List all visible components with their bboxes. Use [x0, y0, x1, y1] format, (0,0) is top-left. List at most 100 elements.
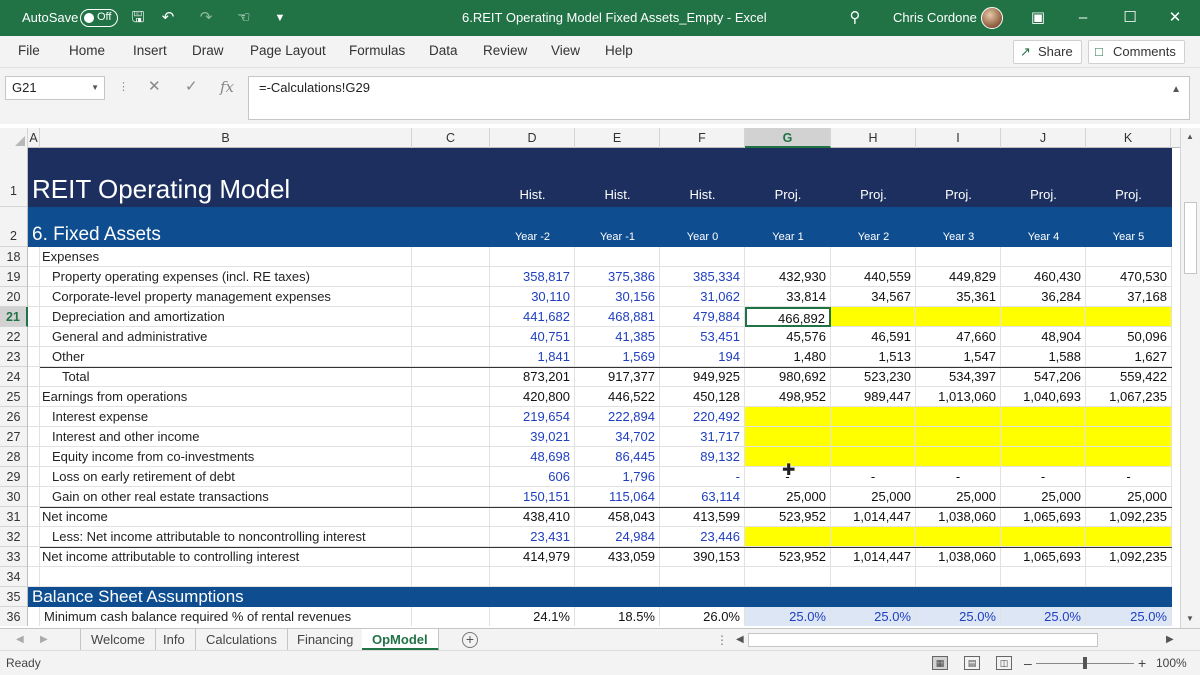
hist-value-cell[interactable]: 24,984 — [575, 527, 660, 547]
row-label[interactable]: Gain on other real estate transactions — [40, 487, 412, 507]
cell[interactable] — [28, 487, 40, 507]
row-number[interactable]: 27 — [0, 427, 28, 447]
select-all-button[interactable] — [0, 128, 28, 148]
scroll-up-icon[interactable]: ▲ — [1186, 132, 1194, 141]
hist-value-cell[interactable]: 18.5% — [575, 607, 660, 626]
proj-value-cell[interactable] — [831, 527, 916, 547]
row-label[interactable]: Less: Net income attributable to noncont… — [40, 527, 412, 547]
proj-value-cell[interactable]: - — [916, 467, 1001, 487]
row-number[interactable]: 33 — [0, 547, 28, 567]
proj-value-cell[interactable]: 1,513 — [831, 347, 916, 367]
model-title[interactable]: REIT Operating Model — [28, 148, 412, 207]
hist-value-cell[interactable]: 414,979 — [490, 547, 575, 567]
row-label[interactable]: Minimum cash balance required % of renta… — [40, 607, 412, 626]
normal-view-icon[interactable]: ▦ — [932, 656, 948, 670]
cell[interactable] — [412, 467, 490, 487]
sheet-tab-welcome[interactable]: Welcome — [80, 629, 156, 651]
row-number[interactable]: 2 — [0, 207, 28, 247]
proj-value-cell[interactable]: 523,952 — [745, 547, 831, 567]
proj-assumption-cell[interactable]: 25.0% — [916, 607, 1001, 626]
proj-value-cell[interactable] — [1001, 567, 1086, 587]
row-label[interactable]: Equity income from co-investments — [40, 447, 412, 467]
column-header-b[interactable]: B — [40, 128, 412, 148]
cell[interactable] — [412, 347, 490, 367]
scroll-down-icon[interactable]: ▼ — [1186, 614, 1194, 623]
proj-value-cell[interactable] — [1001, 407, 1086, 427]
proj-value-cell[interactable]: 523,952 — [745, 507, 831, 527]
proj-value-cell[interactable]: 1,013,060 — [916, 387, 1001, 407]
column-header-g[interactable]: G — [745, 128, 831, 148]
proj-value-cell[interactable]: 46,591 — [831, 327, 916, 347]
proj-value-cell[interactable] — [1001, 447, 1086, 467]
cell[interactable] — [412, 287, 490, 307]
hist-value-cell[interactable]: 31,062 — [660, 287, 745, 307]
hist-value-cell[interactable]: 917,377 — [575, 367, 660, 387]
cell[interactable] — [28, 547, 40, 567]
proj-value-cell[interactable] — [1001, 427, 1086, 447]
autosave-toggle[interactable]: Off — [80, 9, 118, 27]
row-number[interactable]: 28 — [0, 447, 28, 467]
hist-value-cell[interactable]: 358,817 — [490, 267, 575, 287]
cancel-entry-icon[interactable]: ✕ — [148, 77, 161, 97]
year-cell[interactable]: Year 3 — [916, 207, 1001, 247]
year-cell[interactable]: Year -2 — [490, 207, 575, 247]
period-type-cell[interactable]: Hist. — [490, 148, 575, 207]
collapse-formula-bar-icon[interactable]: ▲ — [1171, 79, 1181, 101]
minimize-icon[interactable]: – — [1073, 8, 1093, 28]
hist-value-cell[interactable]: 30,156 — [575, 287, 660, 307]
row-label[interactable]: Net income attributable to controlling i… — [40, 547, 412, 567]
proj-value-cell[interactable]: 1,627 — [1086, 347, 1172, 367]
proj-value-cell[interactable]: 1,040,693 — [1001, 387, 1086, 407]
row-number[interactable]: 26 — [0, 407, 28, 427]
next-sheet-icon[interactable]: ▶ — [40, 629, 48, 651]
proj-value-cell[interactable] — [1086, 427, 1172, 447]
sheet-tab-financing[interactable]: Financing — [287, 629, 365, 651]
sheet-tab-calculations[interactable]: Calculations — [196, 629, 288, 651]
proj-value-cell[interactable] — [1001, 247, 1086, 267]
year-cell[interactable]: Year -1 — [575, 207, 660, 247]
proj-value-cell[interactable]: 498,952 — [745, 387, 831, 407]
zoom-in-icon[interactable]: + — [1138, 651, 1146, 675]
tab-home[interactable]: Home — [69, 36, 105, 68]
row-number[interactable]: 31 — [0, 507, 28, 527]
column-header-c[interactable]: C — [412, 128, 490, 148]
row-label[interactable]: Expenses — [40, 247, 412, 267]
row-number[interactable]: 22 — [0, 327, 28, 347]
proj-value-cell[interactable]: 449,829 — [916, 267, 1001, 287]
tab-help[interactable]: Help — [605, 36, 633, 68]
proj-value-cell[interactable]: 37,168 — [1086, 287, 1172, 307]
proj-value-cell[interactable]: 35,361 — [916, 287, 1001, 307]
hist-value-cell[interactable]: 433,059 — [575, 547, 660, 567]
proj-value-cell[interactable]: 1,092,235 — [1086, 507, 1172, 527]
hist-value-cell[interactable]: 375,386 — [575, 267, 660, 287]
tab-view[interactable]: View — [551, 36, 580, 68]
proj-value-cell[interactable]: 1,547 — [916, 347, 1001, 367]
tab-splitter-icon[interactable]: ⋮ — [716, 629, 728, 651]
hist-value-cell[interactable]: 219,654 — [490, 407, 575, 427]
proj-value-cell[interactable]: 1,067,235 — [1086, 387, 1172, 407]
hist-value-cell[interactable]: 450,128 — [660, 387, 745, 407]
proj-value-cell[interactable] — [916, 427, 1001, 447]
proj-value-cell[interactable] — [916, 307, 1001, 327]
proj-value-cell[interactable] — [831, 447, 916, 467]
horizontal-scroll-thumb[interactable] — [748, 633, 1098, 647]
proj-value-cell[interactable]: 1,014,447 — [831, 547, 916, 567]
hist-value-cell[interactable]: 458,043 — [575, 507, 660, 527]
hist-value-cell[interactable]: 1,796 — [575, 467, 660, 487]
proj-value-cell[interactable] — [1086, 247, 1172, 267]
tab-page-layout[interactable]: Page Layout — [250, 36, 326, 68]
row-label[interactable]: Interest and other income — [40, 427, 412, 447]
cell[interactable] — [28, 247, 40, 267]
proj-value-cell[interactable] — [1086, 527, 1172, 547]
cell[interactable] — [28, 307, 40, 327]
row-label[interactable]: Property operating expenses (incl. RE ta… — [40, 267, 412, 287]
year-cell[interactable]: Year 0 — [660, 207, 745, 247]
cell[interactable] — [412, 447, 490, 467]
hist-value-cell[interactable] — [575, 247, 660, 267]
row-label[interactable]: Earnings from operations — [40, 387, 412, 407]
sheet-tab-info[interactable]: Info — [153, 629, 196, 651]
hist-value-cell[interactable]: 115,064 — [575, 487, 660, 507]
proj-value-cell[interactable] — [831, 407, 916, 427]
column-header-a[interactable]: A — [28, 128, 40, 148]
cell[interactable] — [28, 267, 40, 287]
